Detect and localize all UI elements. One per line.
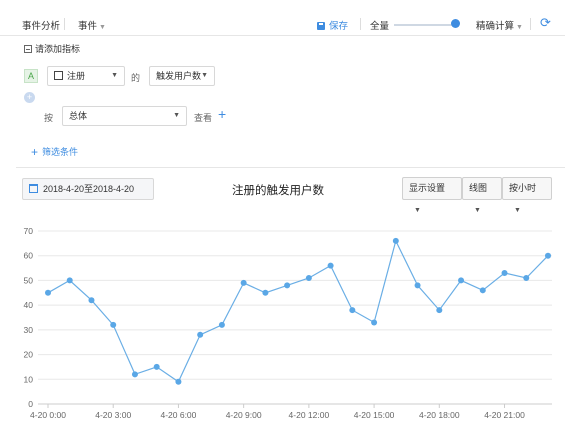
data-point — [371, 319, 378, 326]
query-panel — [16, 36, 565, 168]
y-tick-label: 30 — [24, 325, 34, 335]
data-point — [284, 282, 291, 289]
save-button[interactable]: 保存 — [317, 18, 348, 32]
calc-mode-label: 精确计算 — [476, 21, 515, 32]
event-icon — [54, 71, 63, 80]
caret-down-icon: ▼ — [414, 207, 421, 214]
plus-icon: + — [31, 145, 39, 159]
event-select-value: 注册 — [67, 71, 86, 81]
chevron-down-icon: ▼ — [99, 24, 106, 31]
chart-title: 注册的触发用户数 — [232, 185, 324, 197]
data-point — [153, 363, 160, 370]
event-select[interactable]: 注册 ▼ — [47, 66, 125, 86]
caret-down-icon: ▼ — [474, 207, 481, 214]
data-point — [262, 289, 269, 296]
by-label: 按 — [44, 113, 54, 123]
add-filter-button[interactable]: + 筛选条件 — [31, 145, 78, 159]
data-point — [523, 274, 530, 281]
data-point — [545, 252, 551, 259]
data-point — [392, 237, 399, 244]
granularity-button[interactable]: 按小时 ▼ — [502, 177, 552, 214]
add-condition-icon[interactable]: + — [24, 92, 35, 103]
data-point — [45, 289, 51, 296]
data-point — [327, 262, 334, 269]
metric-badge: A — [24, 69, 38, 83]
granularity-label: 按小时 — [509, 183, 537, 193]
chart-type-button[interactable]: 线图 ▼ — [462, 177, 502, 214]
collapse-icon — [24, 45, 32, 53]
x-tick-label: 4-20 6:00 — [160, 410, 196, 420]
divider — [64, 18, 65, 30]
y-tick-label: 60 — [24, 251, 34, 261]
line-chart: 0 10 20 30 40 50 60 70 4-20 0:00 4-20 3:00 4-20 6:… — [24, 226, 552, 420]
volume-label: 全量 — [370, 21, 390, 32]
data-point — [175, 378, 182, 385]
group-by-value: 总体 — [69, 111, 88, 121]
x-tick-label: 4-20 12:00 — [289, 410, 330, 420]
metric-select-value: 触发用户数 — [156, 71, 202, 81]
group-by-select[interactable]: 总体 ▼ — [62, 106, 187, 126]
y-tick-label: 70 — [24, 226, 34, 236]
chevron-down-icon: ▼ — [516, 24, 523, 31]
refresh-icon[interactable]: ⟳ — [540, 15, 551, 31]
data-point — [197, 331, 204, 338]
add-metric-label: 请添加指标 — [35, 44, 81, 54]
view-label: 查看 — [194, 113, 213, 123]
data-point — [240, 279, 247, 286]
divider — [360, 18, 361, 30]
display-settings-label: 显示设置 — [409, 183, 446, 193]
date-range-picker[interactable]: 2018-4-20至2018-4-20 — [22, 178, 154, 200]
of-label: 的 — [131, 73, 141, 83]
y-tick-label: 40 — [24, 300, 34, 310]
add-metric-button[interactable]: 请添加指标 — [24, 42, 80, 55]
x-tick-label: 4-20 21:00 — [484, 410, 525, 420]
display-settings-button[interactable]: 显示设置 ▼ — [402, 177, 462, 214]
event-menu-label: 事件 — [78, 21, 98, 32]
y-tick-label: 10 — [24, 374, 34, 384]
caret-down-icon: ▼ — [514, 207, 521, 214]
data-point — [501, 270, 508, 277]
x-tick-label: 4-20 15:00 — [354, 410, 395, 420]
data-point — [66, 277, 73, 284]
sampling-slider-knob[interactable] — [451, 19, 460, 28]
caret-down-icon: ▼ — [111, 72, 118, 79]
y-tick-label: 0 — [28, 399, 33, 409]
data-point — [458, 277, 465, 284]
filter-label: 筛选条件 — [42, 147, 79, 157]
divider — [530, 18, 531, 30]
save-icon — [317, 22, 325, 30]
metric-select[interactable]: 触发用户数 ▼ — [149, 66, 215, 86]
date-range-value: 2018-4-20至2018-4-20 — [43, 184, 135, 194]
page-title: 事件分析 — [22, 21, 61, 32]
x-tick-label: 4-20 3:00 — [95, 410, 131, 420]
data-point — [218, 321, 225, 328]
calendar-icon — [29, 184, 38, 193]
data-point — [131, 371, 138, 378]
y-tick-label: 50 — [24, 275, 34, 285]
x-tick-label: 4-20 9:00 — [226, 410, 262, 420]
series-line — [47, 239, 549, 383]
caret-down-icon: ▼ — [173, 112, 180, 119]
x-tick-label: 4-20 18:00 — [419, 410, 460, 420]
x-tick-label: 4-20 0:00 — [30, 410, 66, 420]
chart-type-label: 线图 — [469, 183, 488, 193]
plus-icon[interactable]: + — [218, 106, 226, 122]
data-point — [479, 287, 486, 294]
data-point — [88, 297, 95, 304]
data-point — [436, 307, 443, 314]
event-menu[interactable]: 事件 ▼ — [78, 18, 106, 32]
calc-mode-dropdown[interactable]: 精确计算 ▼ — [476, 18, 523, 32]
data-point — [414, 282, 421, 289]
data-point — [110, 321, 117, 328]
sampling-slider-track[interactable] — [394, 24, 456, 26]
save-label: 保存 — [329, 21, 349, 32]
caret-down-icon: ▼ — [201, 72, 208, 79]
data-point — [349, 307, 356, 314]
y-tick-label: 20 — [24, 350, 34, 360]
data-point — [305, 274, 312, 281]
